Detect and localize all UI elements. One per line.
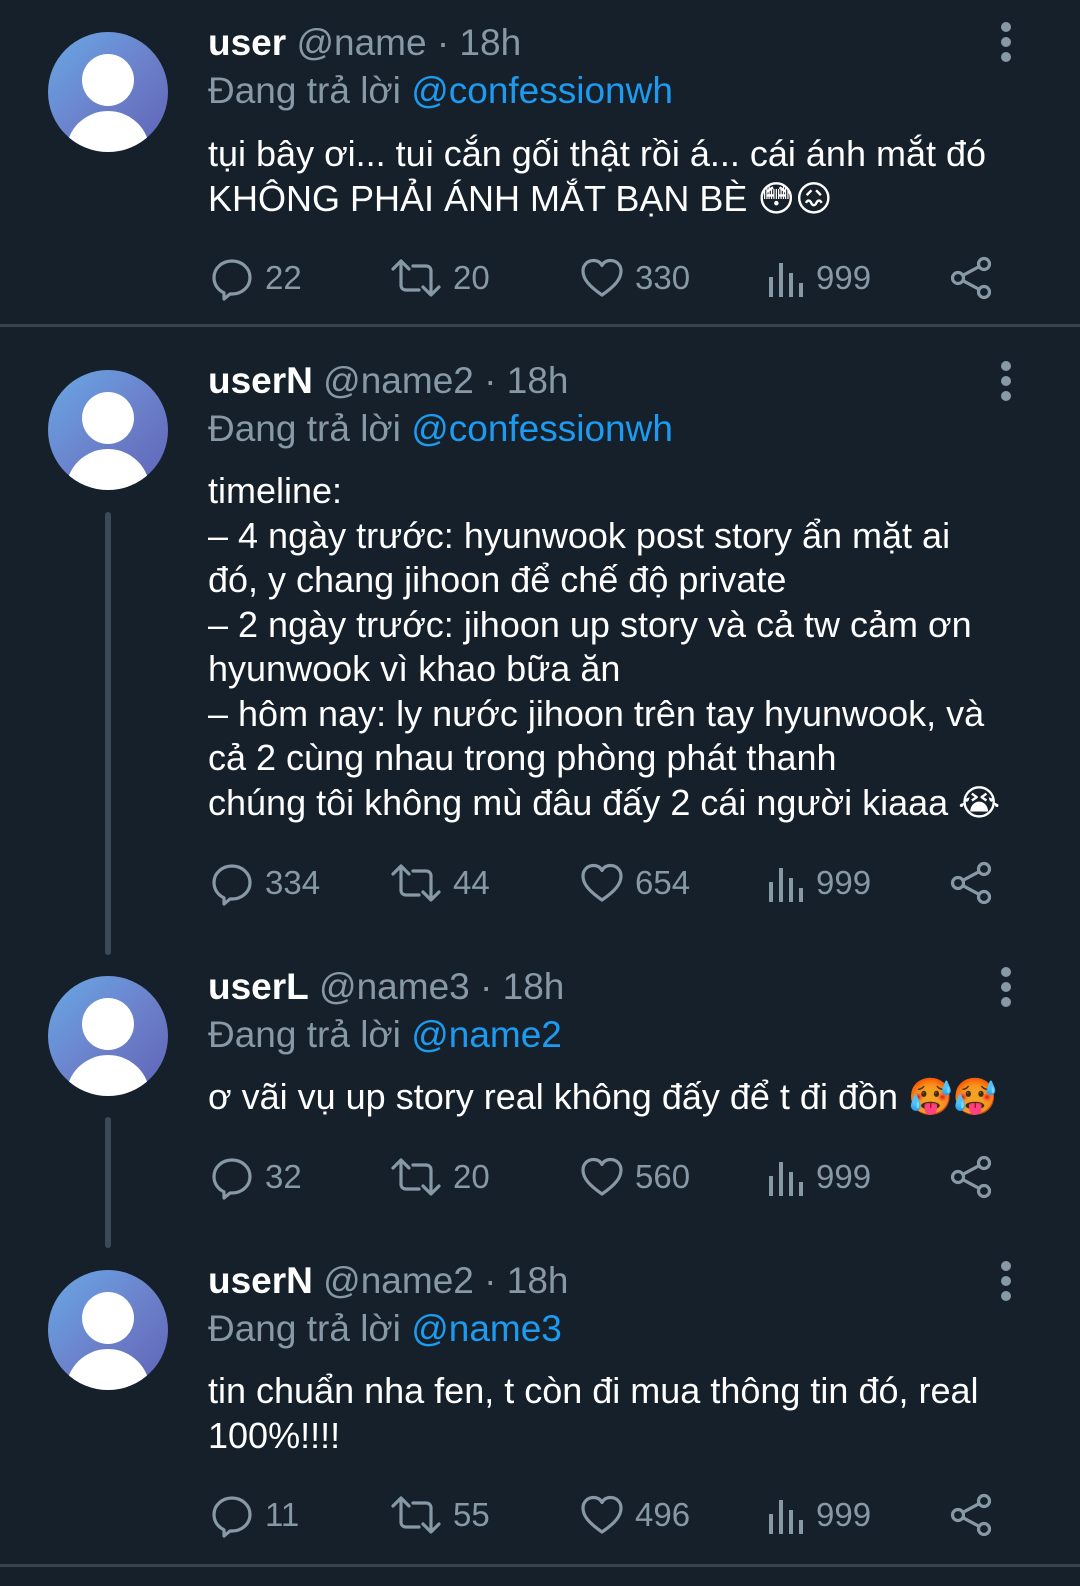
avatar[interactable] xyxy=(48,370,168,490)
tweet-text: tin chuẩn nha fen, t còn đi mua thông ti… xyxy=(208,1370,979,1456)
divider xyxy=(0,1564,1080,1567)
views-icon xyxy=(766,1154,806,1200)
retweet-button[interactable]: 44 xyxy=(389,858,490,908)
views-count: 999 xyxy=(816,864,872,901)
tweet[interactable]: userN @name2 · 18h Đang trả lời @confess… xyxy=(0,326,1080,946)
reply-mention[interactable]: @name3 xyxy=(411,1308,562,1349)
tweet-header: userL @name3 · 18h xyxy=(208,965,564,1009)
tweet[interactable]: userL @name3 · 18h Đang trả lời @name2 ơ… xyxy=(0,946,1080,1246)
handle-and-time: @name3 · 18h xyxy=(319,966,565,1007)
handle-and-time: @name2 · 18h xyxy=(323,360,569,401)
views-count: 999 xyxy=(816,1496,872,1533)
reply-icon xyxy=(209,1154,255,1200)
retweet-button[interactable]: 55 xyxy=(389,1490,490,1540)
handle-and-time: @name · 18h xyxy=(296,22,522,63)
avatar[interactable] xyxy=(48,32,168,152)
heart-icon xyxy=(579,255,625,301)
tweet-text: ơ vãi vụ up story real không đấy để t đi… xyxy=(208,1076,998,1117)
reply-mention[interactable]: @confessionwh xyxy=(411,70,673,111)
retweet-count: 20 xyxy=(453,1158,490,1195)
reply-count: 22 xyxy=(265,259,302,296)
tweet-text: tụi bây ơi... tui cắn gối thật rồi á... … xyxy=(208,133,987,219)
retweet-icon xyxy=(389,1492,443,1538)
tweet-header: userN @name2 · 18h xyxy=(208,359,568,403)
tweet-header: userN @name2 · 18h xyxy=(208,1259,568,1303)
action-bar: 334 44 654 999 xyxy=(0,858,1080,908)
reply-count: 32 xyxy=(265,1158,302,1195)
username[interactable]: userL xyxy=(208,966,309,1007)
reply-icon xyxy=(209,255,255,301)
reply-context: Đang trả lời @name3 xyxy=(208,1308,562,1349)
reply-mention[interactable]: @name2 xyxy=(411,1014,562,1055)
avatar[interactable] xyxy=(48,976,168,1096)
reply-count: 334 xyxy=(265,864,321,901)
more-vertical-icon[interactable] xyxy=(996,22,1016,62)
views-button[interactable]: 999 xyxy=(766,858,871,908)
like-count: 560 xyxy=(635,1158,691,1195)
tweet[interactable]: user @name · 18h Đang trả lời @confessio… xyxy=(0,0,1080,327)
more-vertical-icon[interactable] xyxy=(996,967,1016,1007)
action-bar: 11 55 496 999 xyxy=(0,1490,1080,1540)
like-button[interactable]: 330 xyxy=(579,253,690,303)
action-bar: 32 20 560 999 xyxy=(0,1152,1080,1202)
views-icon xyxy=(766,860,806,906)
retweet-icon xyxy=(389,1154,443,1200)
avatar[interactable] xyxy=(48,1270,168,1390)
reply-button[interactable]: 22 xyxy=(209,253,302,303)
retweet-count: 55 xyxy=(453,1496,490,1533)
share-button[interactable] xyxy=(947,253,995,303)
more-vertical-icon[interactable] xyxy=(996,1261,1016,1301)
share-icon xyxy=(947,1154,995,1200)
like-button[interactable]: 560 xyxy=(579,1152,690,1202)
share-button[interactable] xyxy=(947,858,995,908)
share-icon xyxy=(947,255,995,301)
tweet-text: timeline: – 4 ngày trước: hyunwook post … xyxy=(208,470,1001,823)
views-button[interactable]: 999 xyxy=(766,253,871,303)
reply-icon xyxy=(209,1492,255,1538)
views-button[interactable]: 999 xyxy=(766,1490,871,1540)
share-icon xyxy=(947,860,995,906)
share-icon xyxy=(947,1492,995,1538)
reply-context: Đang trả lời @confessionwh xyxy=(208,70,673,111)
reply-button[interactable]: 11 xyxy=(209,1490,299,1540)
retweet-button[interactable]: 20 xyxy=(389,1152,490,1202)
username[interactable]: userN xyxy=(208,1260,313,1301)
views-count: 999 xyxy=(816,1158,872,1195)
retweet-count: 44 xyxy=(453,864,490,901)
reply-icon xyxy=(209,860,255,906)
like-button[interactable]: 654 xyxy=(579,858,690,908)
views-icon xyxy=(766,255,806,301)
username[interactable]: userN xyxy=(208,360,313,401)
views-icon xyxy=(766,1492,806,1538)
tweet-header: user @name · 18h xyxy=(208,21,521,65)
retweet-icon xyxy=(389,860,443,906)
reply-context: Đang trả lời @name2 xyxy=(208,1014,562,1055)
retweet-button[interactable]: 20 xyxy=(389,253,490,303)
retweet-count: 20 xyxy=(453,259,490,296)
heart-icon xyxy=(579,1492,625,1538)
share-button[interactable] xyxy=(947,1152,995,1202)
like-count: 330 xyxy=(635,259,691,296)
action-bar: 22 20 330 999 xyxy=(0,253,1080,303)
retweet-icon xyxy=(389,255,443,301)
reply-context: Đang trả lời @confessionwh xyxy=(208,408,673,449)
views-button[interactable]: 999 xyxy=(766,1152,871,1202)
heart-icon xyxy=(579,1154,625,1200)
like-button[interactable]: 496 xyxy=(579,1490,690,1540)
reply-mention[interactable]: @confessionwh xyxy=(411,408,673,449)
tweet[interactable]: userN @name2 · 18h Đang trả lời @name3 t… xyxy=(0,1246,1080,1586)
heart-icon xyxy=(579,860,625,906)
views-count: 999 xyxy=(816,259,872,296)
like-count: 496 xyxy=(635,1496,691,1533)
like-count: 654 xyxy=(635,864,691,901)
username[interactable]: user xyxy=(208,22,286,63)
reply-button[interactable]: 32 xyxy=(209,1152,302,1202)
reply-count: 11 xyxy=(265,1496,300,1533)
handle-and-time: @name2 · 18h xyxy=(323,1260,569,1301)
reply-button[interactable]: 334 xyxy=(209,858,320,908)
more-vertical-icon[interactable] xyxy=(996,361,1016,401)
share-button[interactable] xyxy=(947,1490,995,1540)
